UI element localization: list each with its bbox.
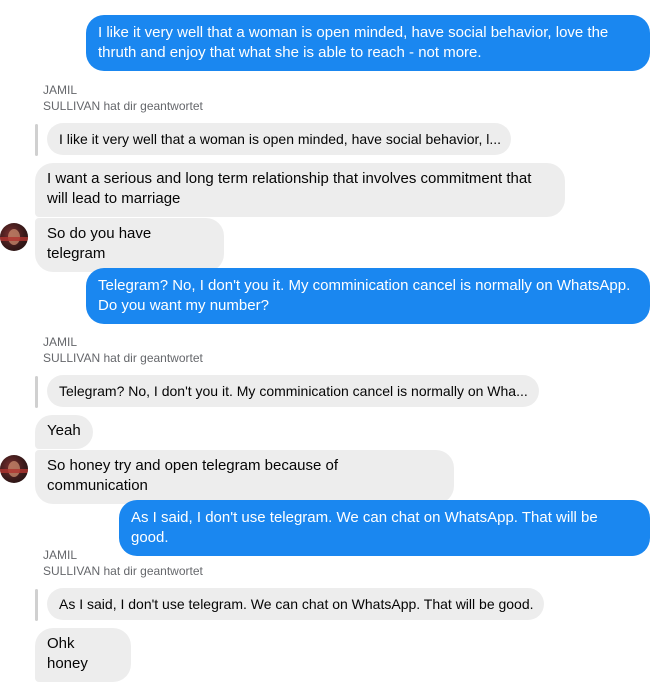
quoted-message[interactable]: Telegram? No, I don't you it. My commini… bbox=[47, 375, 539, 407]
reply-sender-name: JAMIL bbox=[43, 83, 78, 97]
incoming-message[interactable]: Yeah bbox=[35, 415, 93, 449]
sender-avatar[interactable] bbox=[0, 223, 28, 251]
reply-header: JAMIL SULLIVAN hat dir geantwortet bbox=[43, 547, 203, 579]
quote-bar bbox=[35, 376, 38, 408]
reply-notice: SULLIVAN hat dir geantwortet bbox=[43, 351, 203, 365]
outgoing-message[interactable]: I like it very well that a woman is open… bbox=[86, 15, 650, 71]
reply-notice: SULLIVAN hat dir geantwortet bbox=[43, 564, 203, 578]
reply-notice: SULLIVAN hat dir geantwortet bbox=[43, 99, 203, 113]
reply-header: JAMIL SULLIVAN hat dir geantwortet bbox=[43, 82, 203, 114]
reply-header: JAMIL SULLIVAN hat dir geantwortet bbox=[43, 334, 203, 366]
quote-bar bbox=[35, 124, 38, 156]
incoming-message[interactable]: Ohk honey bbox=[35, 628, 131, 682]
reply-sender-name: JAMIL bbox=[43, 548, 78, 562]
incoming-message[interactable]: So honey try and open telegram because o… bbox=[35, 450, 454, 504]
incoming-message[interactable]: So do you have telegram bbox=[35, 218, 224, 272]
incoming-message[interactable]: I want a serious and long term relations… bbox=[35, 163, 565, 217]
quoted-message[interactable]: As I said, I don't use telegram. We can … bbox=[47, 588, 544, 620]
quote-bar bbox=[35, 589, 38, 621]
reply-sender-name: JAMIL bbox=[43, 335, 78, 349]
outgoing-message[interactable]: Telegram? No, I don't you it. My commini… bbox=[86, 268, 650, 324]
sender-avatar[interactable] bbox=[0, 455, 28, 483]
quoted-message[interactable]: I like it very well that a woman is open… bbox=[47, 123, 511, 155]
